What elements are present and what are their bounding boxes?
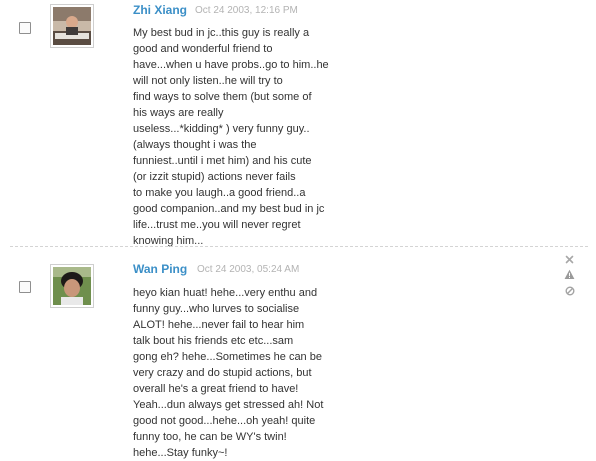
comment-body: My best bud in jc..this guy is really a … (133, 25, 363, 249)
block-icon[interactable] (564, 285, 575, 296)
delete-icon[interactable] (564, 254, 575, 265)
comment-line: useless...*kidding* ) very funny guy.. (133, 123, 310, 135)
comment-line: have...when u have probs..go to him..he (133, 59, 329, 71)
comment-line: good not good...hehe...oh yeah! quite (133, 415, 316, 427)
comment-line: Yeah...dun always get stressed ah! Not (133, 399, 324, 411)
avatar-image (53, 7, 91, 45)
comment-date: Oct 24 2003, 05:24 AM (197, 264, 300, 275)
comment-line: talk bout his friends etc etc...sam (133, 335, 294, 347)
select-checkbox[interactable] (19, 281, 31, 293)
comment-line: his ways are really (133, 107, 224, 119)
comment-author[interactable]: Zhi Xiang (133, 3, 187, 17)
comment-body: heyo kian huat! hehe...very enthu and fu… (133, 285, 363, 461)
comment-line: My best bud in jc..this guy is really a (133, 27, 310, 39)
comment-line: to make you laugh..a good friend..a (133, 187, 306, 199)
comment-line: funny too, he can be WY's twin! (133, 431, 287, 443)
comment-line: will not only listen..he will try to (133, 75, 283, 87)
select-checkbox[interactable] (19, 22, 31, 34)
comment-line: (always thought i was the (133, 139, 257, 151)
avatar[interactable] (50, 264, 94, 308)
comment-line: gong eh? hehe...Sometimes he can be (133, 351, 322, 363)
comment-author[interactable]: Wan Ping (133, 262, 187, 276)
comment-line: good companion..and my best bud in jc (133, 203, 325, 215)
comment-line: find ways to solve them (but some of (133, 91, 312, 103)
comment-line: funny guy...who lurves to socialise (133, 303, 300, 315)
avatar-image (53, 267, 91, 305)
comment-line: good and wonderful friend to (133, 43, 273, 55)
report-icon[interactable] (564, 269, 575, 280)
comment-date: Oct 24 2003, 12:16 PM (195, 5, 298, 16)
comment-line: ALOT! hehe...never fail to hear him (133, 319, 305, 331)
comment-line: very crazy and do stupid actions, but (133, 367, 312, 379)
comment-line: funniest..until i met him) and his cute (133, 155, 312, 167)
avatar[interactable] (50, 4, 94, 48)
comment-line: heyo kian huat! hehe...very enthu and (133, 287, 318, 299)
comment-line: (or izzit stupid) actions never fails (133, 171, 296, 183)
comment-line: overall he's a great friend to have! (133, 383, 299, 395)
comment-divider (10, 246, 588, 247)
comment-line: life...trust me..you will never regret (133, 219, 301, 231)
